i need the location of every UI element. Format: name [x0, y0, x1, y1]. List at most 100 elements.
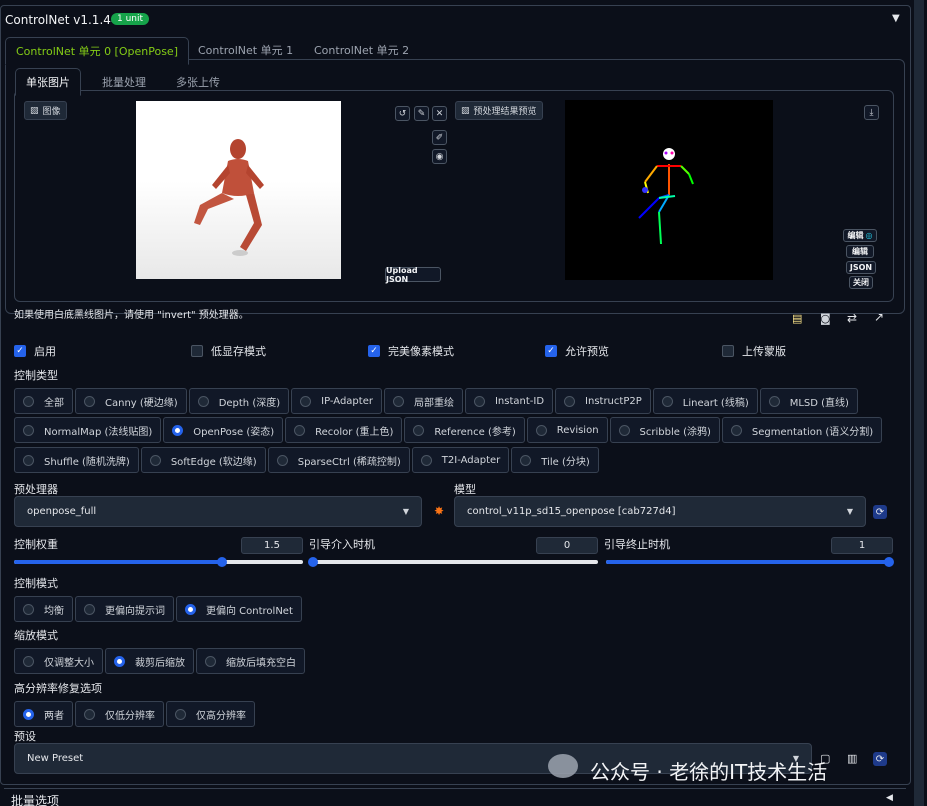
control-type-option[interactable]: Reference (参考) [404, 417, 525, 443]
radio-dot-icon [520, 454, 532, 466]
end-step-slider[interactable] [606, 557, 894, 567]
camera-icon[interactable]: ◙ [820, 312, 831, 325]
pen-icon[interactable]: ✐ [432, 130, 447, 145]
control-type-option[interactable]: SoftEdge (软边缘) [140, 447, 266, 473]
model-select[interactable]: control_v11p_sd15_openpose [cab727d4] ▼ [454, 496, 866, 527]
scrollbar[interactable] [914, 0, 924, 806]
refresh-icon[interactable]: ⟳ [873, 752, 887, 766]
anatomy-figure [194, 139, 264, 256]
tab-multi-upload[interactable]: 多张上传 [166, 69, 230, 95]
upload-mask-checkbox[interactable]: 上传蒙版 [722, 343, 786, 359]
openpose-skeleton [638, 148, 694, 245]
control-type-option-label: Shuffle (随机洗牌) [44, 456, 130, 468]
upload-json-button[interactable]: Upload JSON [385, 266, 441, 284]
brush-icon[interactable]: ✎ [414, 106, 429, 121]
control-mode-option[interactable]: 更偏向 ControlNet [176, 596, 302, 622]
edit-button-1[interactable]: 编辑 ◎ [843, 229, 877, 242]
slider-thumb[interactable] [308, 557, 318, 567]
control-type-option[interactable]: Instant-ID [464, 388, 554, 414]
control-type-option[interactable]: IP-Adapter [291, 388, 382, 414]
hires-option[interactable]: 两者 [14, 701, 73, 727]
control-type-option-label: Canny (硬边缘) [105, 397, 178, 409]
preprocessor-select[interactable]: openpose_full ▼ [14, 496, 422, 527]
triangle-left-icon[interactable]: ◀ [886, 793, 893, 803]
control-type-option[interactable]: SparseCtrl (稀疏控制) [267, 447, 410, 473]
download-icon[interactable]: ⤓ [864, 105, 879, 120]
control-type-option[interactable]: T2I-Adapter [411, 447, 510, 473]
control-type-option[interactable]: InstructP2P [555, 388, 651, 414]
enable-checkbox[interactable]: ✓ 启用 [14, 343, 56, 359]
radio-dot-icon [564, 395, 576, 407]
delete-icon[interactable]: ▥ [847, 752, 857, 765]
swap-icon[interactable]: ⇄ [847, 311, 857, 325]
undo-icon[interactable]: ↺ [395, 106, 410, 121]
radio-dot-icon [23, 395, 34, 407]
start-step-slider[interactable] [308, 557, 598, 567]
control-type-option[interactable]: Canny (硬边缘) [75, 388, 187, 414]
end-step-input[interactable]: 1 [831, 537, 893, 554]
hires-option-label: 两者 [44, 710, 64, 722]
radio-dot-icon [23, 708, 34, 720]
camera-icon[interactable]: ◉ [432, 149, 447, 164]
tab-batch[interactable]: 批量处理 [92, 69, 156, 95]
control-mode-option[interactable]: 更偏向提示词 [75, 596, 174, 622]
control-type-option[interactable]: MLSD (直线) [759, 388, 858, 414]
checkbox-box [722, 345, 734, 357]
radio-dot-icon [84, 603, 95, 615]
preprocessor-label: 预处理器 [14, 483, 58, 496]
resize-mode-option[interactable]: 裁剪后缩放 [105, 648, 194, 674]
start-step-input[interactable]: 0 [536, 537, 598, 554]
batch-section[interactable] [4, 788, 906, 806]
edit-button-2[interactable]: 编辑 [846, 245, 874, 258]
control-type-option[interactable]: Scribble (涂鸦) [609, 417, 720, 443]
unit-count-badge: 1 unit [111, 13, 150, 25]
control-type-option[interactable]: 局部重绘 [383, 388, 463, 414]
control-type-option[interactable]: Depth (深度) [188, 388, 290, 414]
control-type-option[interactable]: Revision [526, 417, 608, 443]
run-preprocessor-icon[interactable]: ✸ [434, 504, 444, 518]
resize-mode-option[interactable]: 仅调整大小 [14, 648, 103, 674]
triangle-down-icon[interactable]: ▼ [892, 13, 900, 24]
tab-unit-2[interactable]: ControlNet 单元 2 [304, 37, 419, 63]
tab-unit-1[interactable]: ControlNet 单元 1 [188, 37, 303, 63]
control-type-option[interactable]: Shuffle (随机洗牌) [14, 447, 139, 473]
control-type-option[interactable]: OpenPose (姿态) [163, 417, 284, 443]
input-image[interactable] [136, 101, 341, 279]
control-type-option[interactable]: Lineart (线稿) [652, 388, 758, 414]
radio-dot-icon [420, 454, 432, 466]
checkbox-box [191, 345, 203, 357]
send-icon[interactable]: ↗ [874, 310, 884, 324]
control-type-option-label: IP-Adapter [321, 395, 373, 407]
close-preview-button[interactable]: 关闭 [849, 276, 873, 289]
control-type-option[interactable]: 全部 [14, 388, 73, 414]
hires-option[interactable]: 仅高分辨率 [166, 701, 255, 727]
refresh-icon[interactable]: ⟳ [873, 505, 887, 519]
control-weight-input[interactable]: 1.5 [241, 537, 303, 554]
tab-single-image[interactable]: 单张图片 [15, 68, 81, 96]
control-weight-slider[interactable] [14, 557, 303, 567]
note-icon[interactable]: ▤ [792, 312, 802, 325]
close-icon[interactable]: ✕ [432, 106, 447, 121]
control-type-option[interactable]: Recolor (重上色) [285, 417, 403, 443]
model-label: 模型 [454, 483, 476, 496]
resize-mode-option[interactable]: 缩放后填充空白 [196, 648, 305, 674]
control-mode-option[interactable]: 均衡 [14, 596, 73, 622]
control-type-option-label: SparseCtrl (稀疏控制) [297, 456, 401, 468]
hires-option[interactable]: 仅低分辨率 [75, 701, 164, 727]
control-type-option-label: 全部 [44, 397, 64, 409]
control-type-option-label: Instant-ID [494, 395, 545, 407]
lowvram-checkbox[interactable]: 低显存模式 [191, 343, 266, 359]
radio-dot-icon [300, 395, 312, 407]
json-button[interactable]: JSON [846, 261, 876, 274]
radio-dot-icon [294, 424, 306, 436]
tab-unit-0[interactable]: ControlNet 单元 0 [OpenPose] [5, 37, 189, 65]
slider-thumb[interactable] [884, 557, 894, 567]
control-type-option[interactable]: Tile (分块) [511, 447, 599, 473]
control-type-option[interactable]: Segmentation (语义分割) [721, 417, 883, 443]
pixel-perfect-checkbox[interactable]: ✓ 完美像素模式 [368, 343, 454, 359]
radio-dot-icon [535, 424, 547, 436]
control-type-option[interactable]: NormalMap (法线贴图) [14, 417, 162, 443]
preview-image [565, 100, 773, 280]
resize-mode-option-label: 仅调整大小 [44, 657, 94, 669]
allow-preview-checkbox[interactable]: ✓ 允许预览 [545, 343, 609, 359]
